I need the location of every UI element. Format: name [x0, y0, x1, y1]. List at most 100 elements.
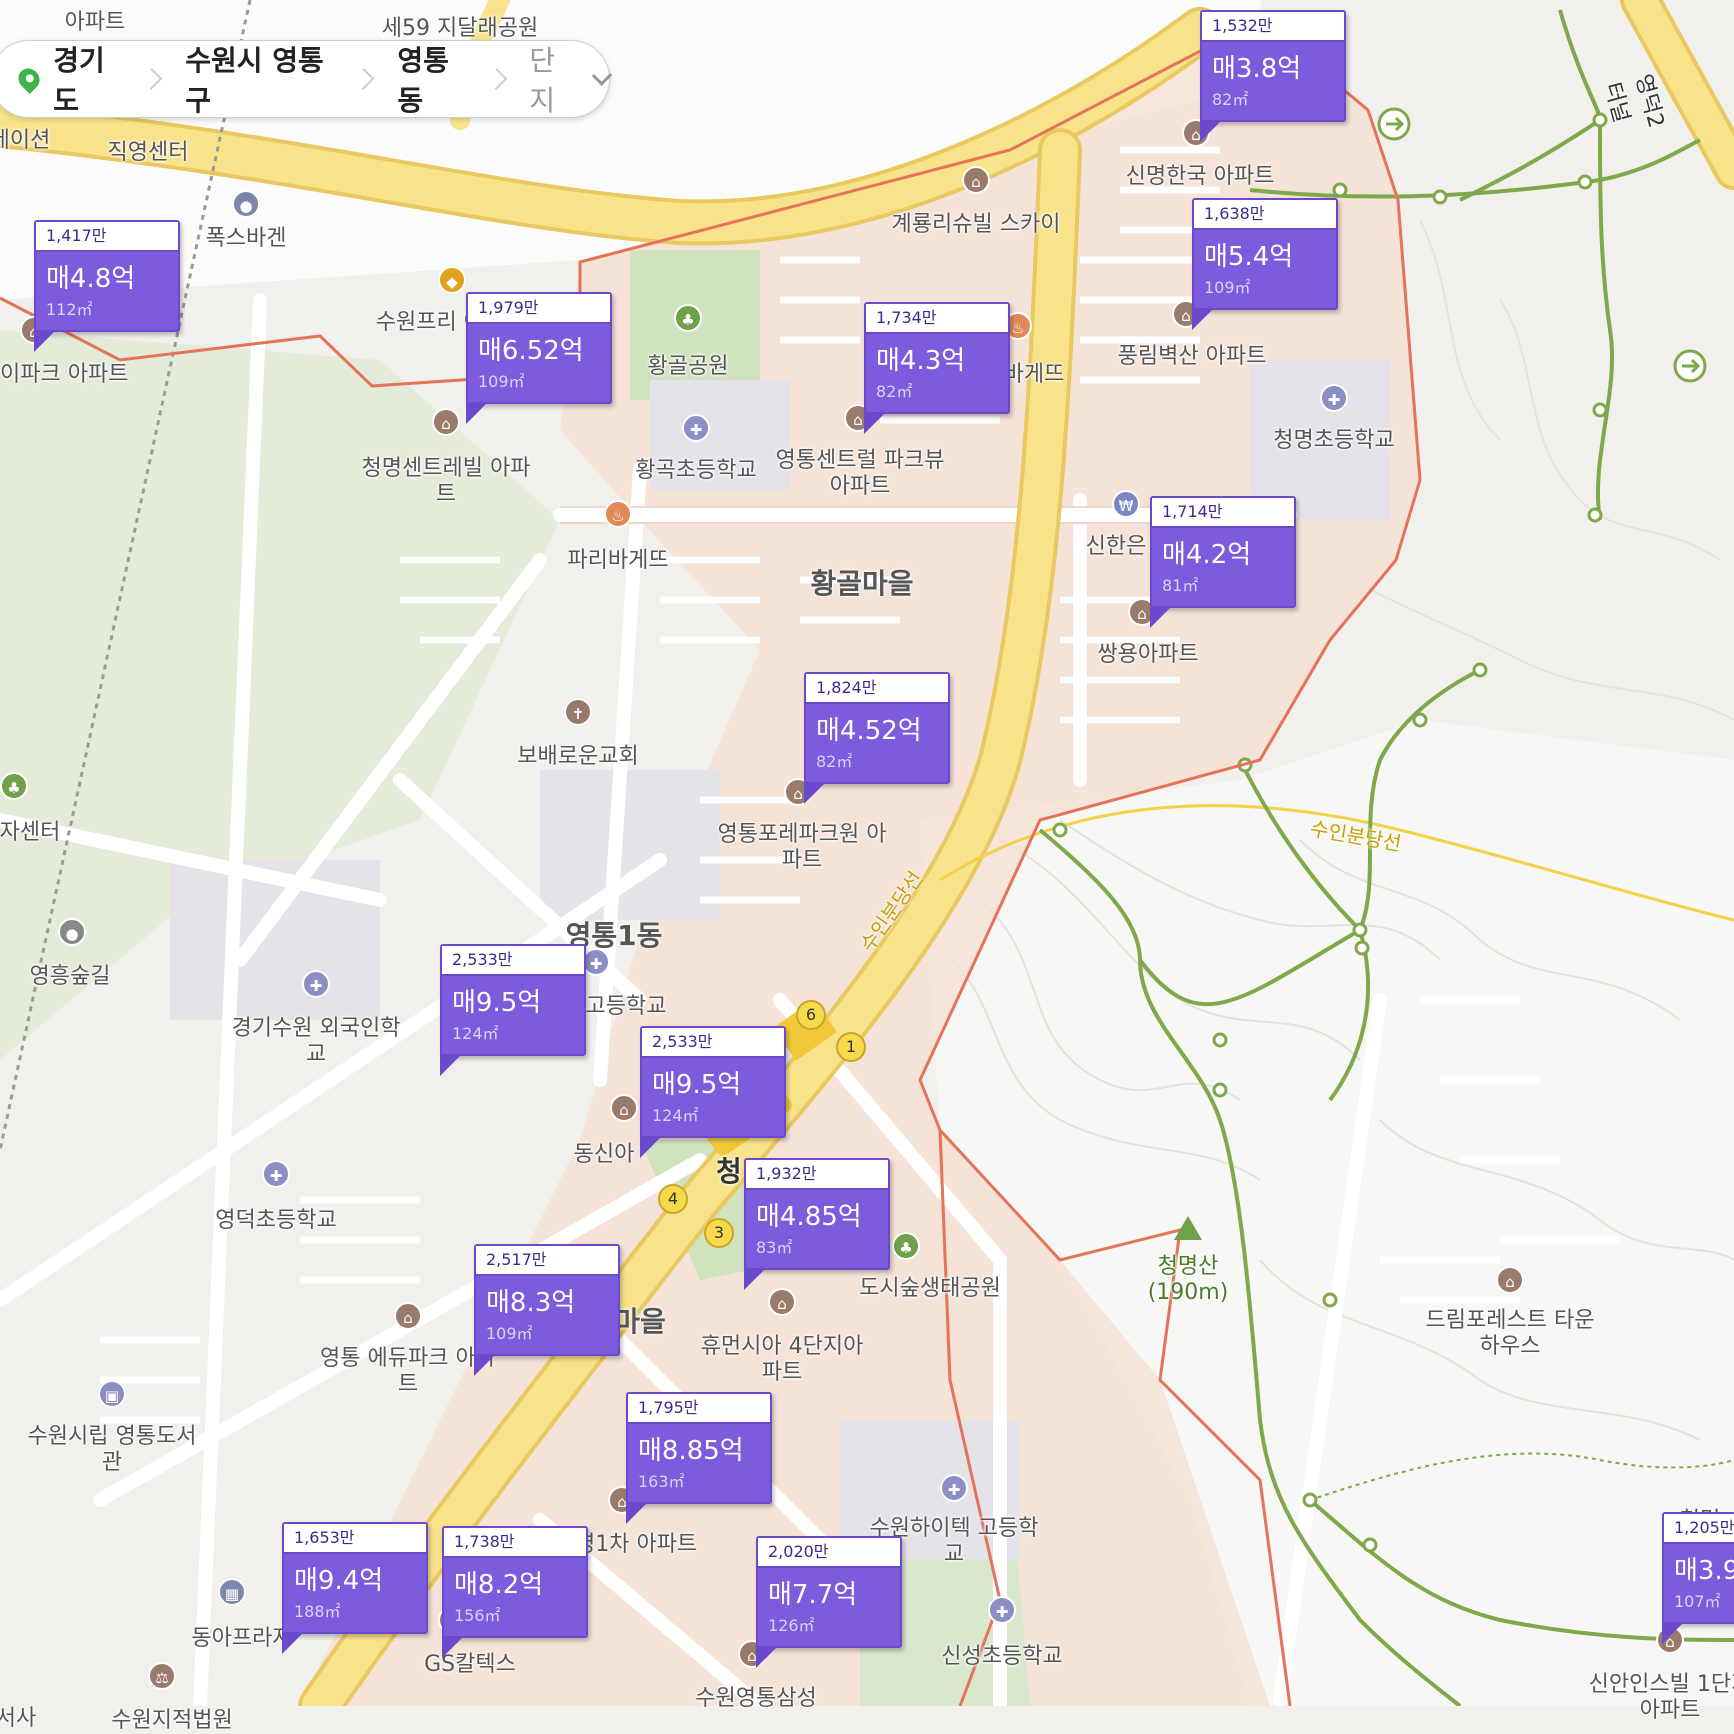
poi-label[interactable]: 계룡리슈빌 스카이 — [886, 212, 1066, 238]
apartment-icon: ⌂ — [610, 1094, 638, 1122]
breadcrumb-dong[interactable]: 영통동 — [397, 39, 468, 119]
price-marker[interactable]: 1,653만 매9.4억 188㎡ — [282, 1522, 428, 1654]
price-marker[interactable]: 1,824만 매4.52억 82㎡ — [804, 672, 950, 804]
poi-label[interactable]: GS칼텍스 — [380, 1652, 560, 1678]
marker-sale-price: 매4.8억 — [46, 264, 136, 294]
poi-label[interactable]: 영통 에듀파크 아파트 — [318, 1346, 498, 1398]
poi-label[interactable]: 쌍용아파트 — [1058, 642, 1238, 668]
area-label-maeul: 마을 — [614, 1305, 666, 1338]
marker-pointer — [1200, 120, 1222, 142]
marker-area-size: 81㎡ — [1162, 576, 1199, 595]
school-icon: ✚ — [262, 1160, 290, 1188]
apartment-icon: ⌂ — [432, 408, 460, 436]
marker-unit-price: 1,714만 — [1152, 498, 1294, 528]
poi-label[interactable]: 드림포레스트 타운하우스 — [1420, 1308, 1600, 1360]
station-name-label: 청 — [716, 1155, 742, 1188]
poi-label[interactable]: 휴먼시아 4단지아파트 — [692, 1334, 872, 1386]
poi-label[interactable]: 신명한국 아파트 — [1110, 164, 1290, 190]
price-marker[interactable]: 2,517만 매8.3억 109㎡ — [474, 1244, 620, 1376]
station-exit-3[interactable]: 3 — [704, 1218, 734, 1248]
place-icon: ● — [58, 918, 86, 946]
poi-label[interactable]: 수원시립 영통도서관 — [22, 1424, 202, 1476]
poi-label[interactable]: 신성초등학교 — [912, 1644, 1092, 1670]
marker-sale-price: 매6.52억 — [478, 336, 584, 366]
poi-label[interactable]: 동신아 — [514, 1142, 694, 1168]
marker-pointer — [626, 1502, 648, 1524]
poi-label[interactable]: 아파트 — [5, 10, 185, 36]
court-icon: ⚖ — [148, 1662, 176, 1690]
price-marker[interactable]: 1,714만 매4.2억 81㎡ — [1150, 496, 1296, 628]
poi-label[interactable]: 영통포레파크원 아파트 — [712, 822, 892, 874]
poi-label[interactable]: 통아이파크 아파트 — [0, 362, 134, 388]
apartment-icon: ⌂ — [1496, 1266, 1524, 1294]
marker-pointer — [442, 1636, 464, 1658]
station-exit-4[interactable]: 4 — [658, 1184, 688, 1214]
marker-sale-price: 매8.3억 — [486, 1288, 576, 1318]
marker-area-size: 188㎡ — [294, 1602, 341, 1621]
peak-height: (190m) — [1147, 1280, 1229, 1305]
marker-area-size: 124㎡ — [452, 1024, 499, 1043]
price-marker[interactable]: 2,020만 매7.7억 126㎡ — [756, 1536, 902, 1668]
marker-pointer — [756, 1646, 778, 1668]
marker-sale-price: 매9.5억 — [452, 988, 542, 1018]
station-exit-1[interactable]: 1 — [836, 1032, 866, 1062]
price-marker[interactable]: 1,932만 매4.85억 83㎡ — [744, 1158, 890, 1290]
poi-label[interactable]: 수원지적법원 — [82, 1708, 262, 1734]
price-marker[interactable]: 1,738만 매8.2억 156㎡ — [442, 1526, 588, 1658]
poi-label[interactable]: 수원영통삼성 — [666, 1686, 846, 1712]
marker-pointer — [640, 1136, 662, 1158]
poi-label[interactable]: 황곡초등학교 — [606, 458, 786, 484]
marker-pointer — [1150, 606, 1172, 628]
location-pin-icon — [14, 64, 45, 94]
marker-unit-price: 1,653만 — [284, 1524, 426, 1554]
poi-label[interactable]: 도시숲생태공원 — [840, 1276, 1020, 1302]
price-marker[interactable]: 1,734만 매4.3억 82㎡ — [864, 302, 1010, 434]
price-marker[interactable]: 1,638만 매5.4억 109㎡ — [1192, 198, 1338, 330]
breadcrumb-province[interactable]: 경기도 — [53, 39, 124, 119]
poi-label[interactable]: 청명초등학교 — [1244, 428, 1424, 454]
price-marker[interactable]: 2,533만매9.5억 124㎡ — [440, 944, 586, 1076]
marker-sale-price: 매3.9 — [1674, 1556, 1734, 1586]
poi-label[interactable]: 자센터 — [0, 820, 120, 846]
marker-unit-price: 2,533만 — [442, 946, 584, 976]
marker-unit-price: 1,824만 — [806, 674, 948, 704]
poi-label[interactable]: 풍림벽산 아파트 — [1102, 344, 1282, 370]
price-marker[interactable]: 1,417만 매4.8억 112㎡ — [34, 220, 180, 352]
price-marker[interactable]: 2,533만매9.5억 124㎡ — [640, 1026, 786, 1158]
poi-label[interactable]: 영통센트럴 파크뷰아파트 — [770, 448, 950, 500]
breadcrumb-mode-select[interactable]: 단지 — [529, 39, 613, 119]
price-marker[interactable]: 1,795만 매8.85억 163㎡ — [626, 1392, 772, 1524]
poi-label[interactable]: 영흥숲길 — [0, 964, 160, 990]
shopping-icon: ◆ — [438, 266, 466, 294]
station-exit-6[interactable]: 6 — [796, 1000, 826, 1030]
poi-label[interactable]: 서사 — [0, 1706, 106, 1732]
poi-label[interactable]: 영덕초등학교 — [186, 1208, 366, 1234]
marker-sale-price: 매9.5억 — [652, 1070, 742, 1100]
price-marker[interactable]: 1,979만 매6.52억 109㎡ — [466, 292, 612, 424]
chevron-right-icon — [353, 68, 375, 90]
marker-unit-price: 2,517만 — [476, 1246, 618, 1276]
marker-unit-price: 1,979만 — [468, 294, 610, 324]
marker-area-size: 156㎡ — [454, 1606, 501, 1625]
location-breadcrumb[interactable]: 경기도 수원시 영통구 영통동 단지 — [0, 39, 613, 119]
price-marker[interactable]: 1,532만 매3.8억 82㎡ — [1200, 10, 1346, 142]
marker-area-size: 82㎡ — [1212, 90, 1249, 109]
poi-label[interactable]: 직영센터 — [58, 140, 238, 166]
marker-pointer — [34, 330, 56, 352]
price-marker[interactable]: 1,205만 매3.9 107㎡ — [1662, 1512, 1734, 1644]
poi-label[interactable]: 청명센트레빌 아파트 — [356, 456, 536, 508]
poi-label[interactable]: 신안인스빌 1단지아파트 — [1580, 1672, 1734, 1724]
poi-label[interactable]: 폭스바겐 — [156, 226, 336, 252]
marker-unit-price: 2,533만 — [642, 1028, 784, 1058]
poi-label[interactable]: 보배로운교회 — [488, 744, 668, 770]
poi-label[interactable]: 황골공원 — [598, 354, 778, 380]
marker-pointer — [474, 1354, 496, 1376]
school-icon: ✚ — [682, 414, 710, 442]
marker-area-size: 124㎡ — [652, 1106, 699, 1125]
poi-label[interactable]: 경기수원 외국인학교 — [226, 1016, 406, 1068]
poi-label[interactable]: 파리바게뜨 — [528, 548, 708, 574]
breadcrumb-city[interactable]: 수원시 영통구 — [185, 39, 336, 119]
marker-pointer — [440, 1054, 462, 1076]
marker-sale-price: 매4.52억 — [816, 716, 922, 746]
school-icon: ✚ — [940, 1474, 968, 1502]
